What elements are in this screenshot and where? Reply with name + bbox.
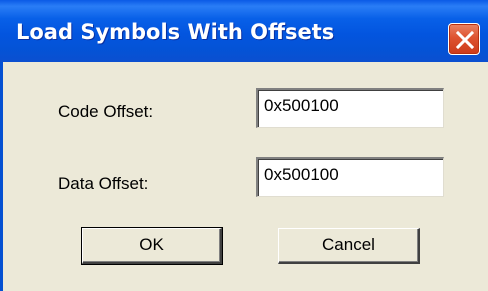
data-offset-input[interactable]: 0x500100 [256,157,444,197]
title-bar[interactable]: Load Symbols With Offsets [0,0,488,62]
ok-button[interactable]: OK [81,227,223,265]
close-icon [455,30,475,50]
load-symbols-dialog: Load Symbols With Offsets Code Offset: 0… [0,0,488,291]
cancel-button[interactable]: Cancel [278,228,420,264]
code-offset-label: Code Offset: [58,102,154,121]
code-offset-input[interactable]: 0x500100 [256,88,444,128]
close-button[interactable] [448,23,480,55]
dialog-title: Load Symbols With Offsets [16,20,335,44]
data-offset-label: Data Offset: [58,174,149,193]
